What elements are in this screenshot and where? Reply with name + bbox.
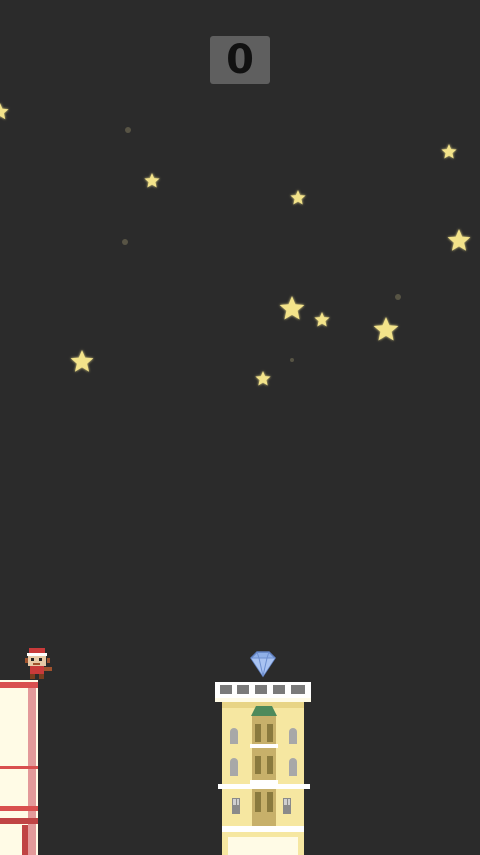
star-icon (441, 144, 457, 159)
star-icon (70, 350, 94, 372)
diamond-gem-icon (250, 651, 276, 678)
right-building (215, 682, 311, 855)
star-icon (290, 190, 306, 205)
star-icon (144, 173, 160, 188)
faint-star (125, 127, 131, 133)
faint-star (122, 239, 128, 245)
faint-star (395, 294, 401, 300)
score-display: 0 (210, 36, 270, 84)
star-icon (255, 371, 271, 386)
game-canvas[interactable]: 0 (0, 0, 480, 855)
star-icon (373, 317, 399, 341)
star-icon (0, 103, 9, 120)
score-value: 0 (226, 37, 254, 83)
star-icon (447, 229, 471, 251)
faint-star (290, 358, 294, 362)
star-icon (314, 312, 330, 327)
left-building (0, 680, 38, 855)
star-icon (279, 296, 305, 320)
monkey-character-icon (25, 648, 52, 679)
